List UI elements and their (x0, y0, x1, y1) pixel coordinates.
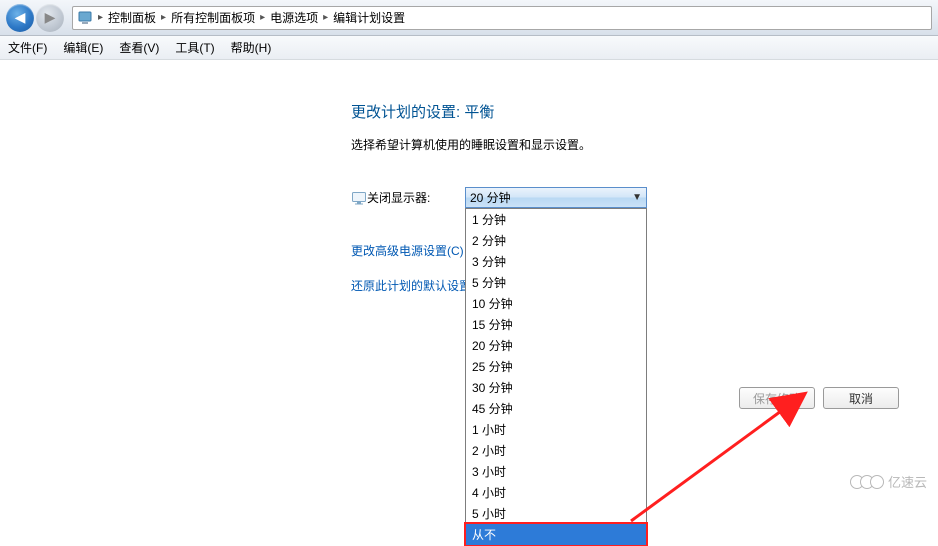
chevron-right-icon: ▸ (161, 12, 166, 23)
dropdown-option[interactable]: 10 分钟 (466, 293, 646, 314)
dropdown-option[interactable]: 从不 (466, 524, 646, 545)
menu-edit[interactable]: 编辑(E) (63, 39, 103, 56)
dropdown-option[interactable]: 3 分钟 (466, 251, 646, 272)
content-area: 更改计划的设置: 平衡 选择希望计算机使用的睡眠设置和显示设置。 关闭显示器: … (0, 60, 938, 500)
dropdown-option[interactable]: 15 分钟 (466, 314, 646, 335)
dropdown-option[interactable]: 2 小时 (466, 440, 646, 461)
breadcrumb-item[interactable]: 编辑计划设置 (333, 9, 405, 26)
breadcrumb-item[interactable]: 所有控制面板项 (171, 9, 255, 26)
dropdown-option[interactable]: 45 分钟 (466, 398, 646, 419)
menu-file[interactable]: 文件(F) (8, 39, 47, 56)
arrow-right-icon: ▶ (45, 9, 56, 26)
display-off-row: 关闭显示器: 20 分钟 ▼ 1 分钟2 分钟3 分钟5 分钟10 分钟15 分… (351, 187, 911, 208)
dropdown-option[interactable]: 2 分钟 (466, 230, 646, 251)
chevron-down-icon: ▼ (632, 192, 642, 203)
dropdown-option[interactable]: 3 小时 (466, 461, 646, 482)
address-bar[interactable]: ▸ 控制面板 ▸ 所有控制面板项 ▸ 电源选项 ▸ 编辑计划设置 (72, 6, 932, 30)
watermark-icon (854, 475, 884, 489)
dropdown-option[interactable]: 1 小时 (466, 419, 646, 440)
monitor-icon (351, 190, 367, 206)
combo-value: 20 分钟 (470, 189, 511, 206)
chevron-right-icon: ▸ (260, 12, 265, 23)
save-button[interactable]: 保存修改 (739, 387, 815, 409)
breadcrumb-item[interactable]: 控制面板 (108, 9, 156, 26)
menu-tools[interactable]: 工具(T) (175, 39, 214, 56)
cancel-button[interactable]: 取消 (823, 387, 899, 409)
dialog-buttons: 保存修改 取消 (739, 387, 899, 409)
menu-help[interactable]: 帮助(H) (231, 39, 272, 56)
dropdown-option[interactable]: 5 小时 (466, 503, 646, 524)
menu-bar: 文件(F) 编辑(E) 查看(V) 工具(T) 帮助(H) (0, 36, 938, 60)
dropdown-option[interactable]: 30 分钟 (466, 377, 646, 398)
watermark: 亿速云 (854, 472, 927, 491)
display-off-combo[interactable]: 20 分钟 ▼ (465, 187, 647, 208)
navigation-bar: ◀ ▶ ▸ 控制面板 ▸ 所有控制面板项 ▸ 电源选项 ▸ 编辑计划设置 (0, 0, 938, 36)
arrow-left-icon: ◀ (15, 9, 26, 26)
nav-forward-button[interactable]: ▶ (36, 4, 64, 32)
display-off-dropdown[interactable]: 1 分钟2 分钟3 分钟5 分钟10 分钟15 分钟20 分钟25 分钟30 分… (465, 208, 647, 546)
chevron-right-icon: ▸ (323, 12, 328, 23)
page-subtitle: 选择希望计算机使用的睡眠设置和显示设置。 (351, 136, 911, 153)
dropdown-option[interactable]: 5 分钟 (466, 272, 646, 293)
control-panel-icon (77, 10, 93, 26)
display-off-label: 关闭显示器: (367, 189, 465, 206)
dropdown-option[interactable]: 25 分钟 (466, 356, 646, 377)
menu-view[interactable]: 查看(V) (119, 39, 159, 56)
dropdown-option[interactable]: 20 分钟 (466, 335, 646, 356)
chevron-right-icon: ▸ (98, 12, 103, 23)
nav-back-button[interactable]: ◀ (6, 4, 34, 32)
page-title: 更改计划的设置: 平衡 (351, 101, 911, 122)
watermark-text: 亿速云 (888, 472, 927, 491)
dropdown-option[interactable]: 1 分钟 (466, 209, 646, 230)
breadcrumb-item[interactable]: 电源选项 (270, 9, 318, 26)
